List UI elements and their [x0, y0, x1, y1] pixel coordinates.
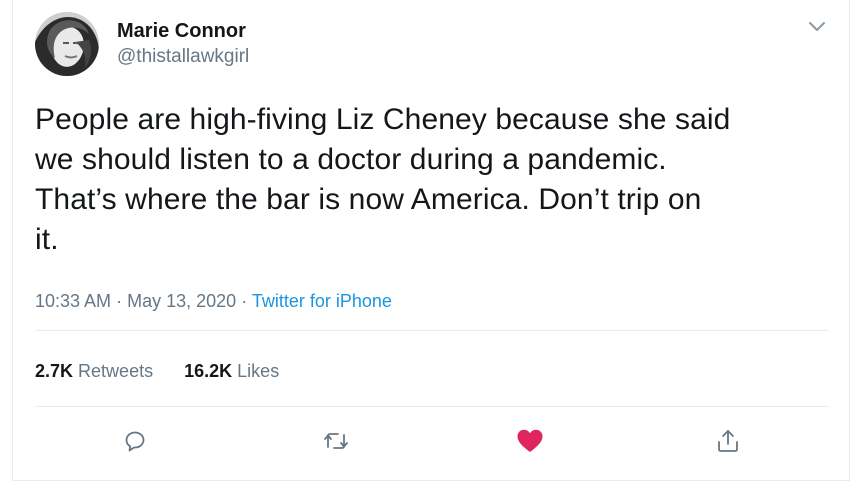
tweet-text-line: we should listen to a doctor during a pa…: [35, 143, 667, 176]
user-handle[interactable]: @thistallawkgirl: [117, 46, 249, 68]
tweet-stats: 2.7K Retweets 16.2K Likes: [35, 361, 279, 382]
likes-count: 16.2K: [184, 361, 233, 381]
divider: [35, 330, 829, 331]
heart-icon[interactable]: [515, 426, 545, 456]
retweets-label: Retweets: [78, 361, 154, 381]
profile-photo: [35, 12, 99, 76]
tweet-text-line: People are high-fiving Liz Cheney becaus…: [35, 103, 731, 136]
reply-icon[interactable]: [120, 426, 150, 456]
tweet-time[interactable]: 10:33 AM: [35, 291, 111, 311]
likes-stat[interactable]: 16.2K Likes: [184, 361, 279, 382]
meta-separator: ·: [116, 291, 123, 311]
display-name[interactable]: Marie Connor: [117, 20, 246, 43]
likes-label: Likes: [237, 361, 280, 381]
tweet-date[interactable]: May 13, 2020: [127, 291, 236, 311]
retweets-stat[interactable]: 2.7K Retweets: [35, 361, 153, 382]
share-icon[interactable]: [713, 426, 743, 456]
tweet-text-line: That’s where the bar is now America. Don…: [35, 183, 702, 216]
divider: [35, 406, 829, 407]
chevron-down-icon[interactable]: [807, 20, 827, 34]
tweet-text-line: it.: [35, 223, 59, 256]
tweet-card: Marie Connor @thistallawkgirl People are…: [12, 0, 850, 481]
meta-separator: ·: [241, 291, 248, 311]
tweet-text: People are high-fiving Liz Cheney becaus…: [35, 100, 835, 260]
avatar[interactable]: [35, 12, 99, 76]
tweet-source-link[interactable]: Twitter for iPhone: [252, 291, 392, 311]
tweet-meta: 10:33 AM · May 13, 2020 · Twitter for iP…: [35, 291, 392, 312]
retweet-icon[interactable]: [321, 426, 351, 456]
retweets-count: 2.7K: [35, 361, 74, 381]
